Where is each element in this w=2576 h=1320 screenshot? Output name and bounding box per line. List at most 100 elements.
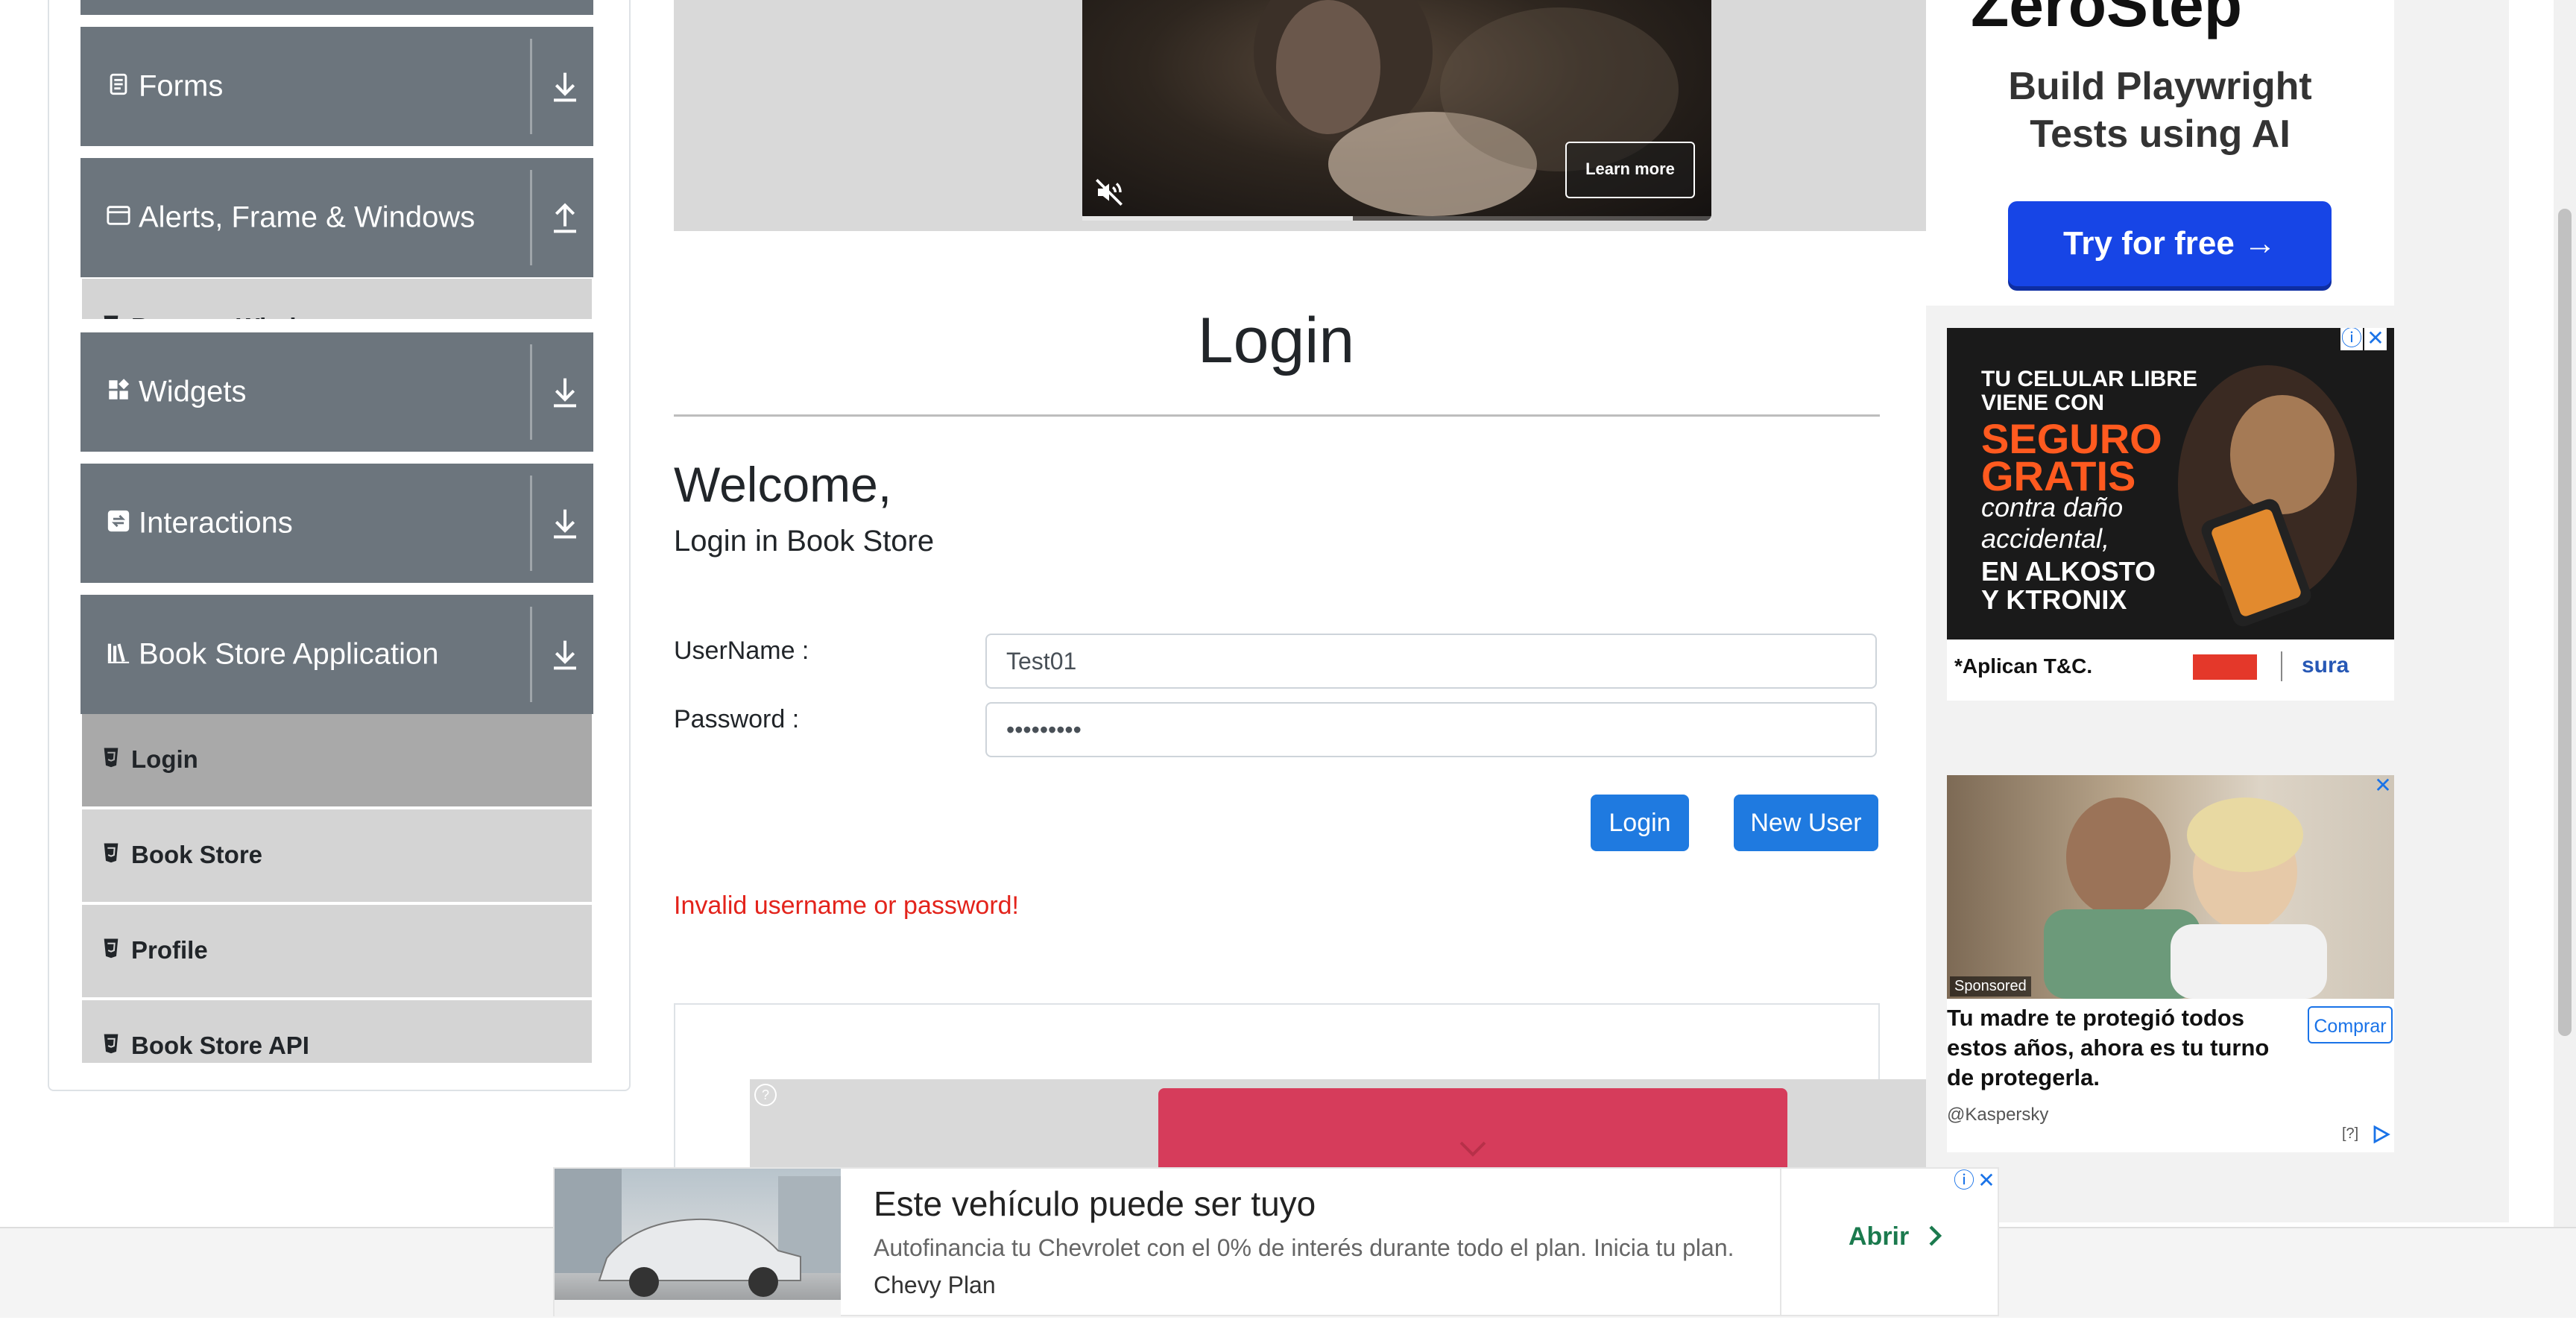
error-message: Invalid username or password! [674, 891, 1020, 920]
try-for-free-button[interactable]: Try for free → [2008, 201, 2332, 286]
password-label: Password : [674, 705, 800, 733]
sidebar-group-label: Book Store Application [139, 637, 439, 671]
download-arrow-icon[interactable] [550, 69, 580, 104]
sidebar-item-label: Browser Windows [131, 313, 344, 319]
sura-logo: sura [2302, 653, 2349, 678]
kaspersky-ad-title[interactable]: Tu madre te protegió todos estos años, a… [1947, 1003, 2297, 1093]
alkosto-line-1: TU CELULAR LIBRE [1981, 367, 2197, 391]
alkosto-line-7: EN ALKOSTO [1981, 556, 2156, 587]
sidebar-group-elements[interactable] [80, 0, 593, 15]
sidebar-group-label: Interactions [139, 506, 293, 540]
alkosto-line-6: accidental, [1981, 523, 2110, 554]
video-progress-fill [1082, 216, 1353, 221]
divider [530, 607, 532, 702]
window-icon [107, 206, 130, 225]
ad-headline-line-2: Tests using AI [2030, 113, 2291, 156]
alerts-submenu: Browser Windows [82, 279, 592, 319]
login-button[interactable]: Login [1591, 795, 1689, 851]
abrir-label: Abrir [1849, 1222, 1910, 1251]
divider [2281, 651, 2282, 681]
sidebar-group-label: Widgets [139, 375, 247, 408]
photo-shapes [2044, 798, 2327, 999]
form-icon [110, 73, 127, 95]
divider [530, 39, 532, 134]
mother-son-image: Sponsored ✕ [1947, 775, 2394, 999]
sidebar-item-label: Book Store API [131, 1032, 309, 1059]
interactions-icon [107, 510, 130, 532]
sidebar-group-label: Forms [139, 69, 224, 103]
sidebar-item-login[interactable]: Login [82, 714, 592, 806]
close-icon[interactable]: ✕ [2364, 328, 2387, 350]
books-icon [107, 643, 130, 663]
chevrolet-ad-description: Autofinancia tu Chevrolet con el 0% de i… [874, 1234, 1734, 1261]
ad-info-icon[interactable]: ⓘ [2340, 328, 2363, 350]
divider [1780, 1169, 1781, 1316]
alkosto-line-2: VIENE CON [1981, 391, 2105, 415]
ad-info-icon[interactable]: ⓘ [1953, 1170, 1975, 1193]
sponsored-label: Sponsored [1950, 976, 2031, 997]
close-icon[interactable]: ✕ [2372, 775, 2394, 798]
kaspersky-ad[interactable]: Sponsored ✕ Tu madre te protegió todos e… [1947, 775, 2394, 1152]
ad-brand-partial: ZeroStep [1971, 0, 2243, 40]
page-title: Login [1197, 305, 1355, 376]
learn-more-button[interactable]: Learn more [1565, 142, 1695, 198]
alkosto-line-8: Y KTRONIX [1981, 584, 2127, 615]
comprar-button[interactable]: Comprar [2308, 1006, 2393, 1043]
adchoices-icon[interactable] [2372, 1125, 2391, 1143]
sidebar-group-alerts[interactable]: Alerts, Frame & Windows [80, 158, 593, 277]
download-arrow-icon[interactable] [550, 637, 580, 672]
sidebar-item-label: Profile [131, 936, 208, 964]
muted-speaker-icon[interactable] [1094, 177, 1124, 207]
sidebar-item-browser-windows[interactable]: Browser Windows [82, 279, 592, 319]
chevrolet-ad-brand: Chevy Plan [874, 1272, 996, 1298]
car-shape [555, 1169, 841, 1316]
sidebar-group-widgets[interactable]: Widgets [80, 332, 593, 452]
playwright-ad[interactable]: ZeroStep Build Playwright Tests using AI… [1926, 0, 2394, 306]
chevron-right-icon [1929, 1225, 1942, 1246]
sidebar-item-label: Login [131, 745, 198, 773]
sidebar-item-book-store-api[interactable]: Book Store API [82, 997, 592, 1063]
new-user-button[interactable]: New User [1734, 795, 1878, 851]
ad-source: @Kaspersky [1947, 1105, 2049, 1125]
sidebar-item-book-store[interactable]: Book Store [82, 806, 592, 902]
username-field[interactable] [985, 634, 1877, 689]
divider [530, 476, 532, 571]
alkosto-line-5: contra daño [1981, 492, 2124, 522]
book-store-submenu: Login Book Store Profile Book Store API [82, 714, 592, 1063]
username-label: UserName : [674, 637, 809, 665]
html-file-icon [104, 938, 119, 959]
widgets-icon [109, 379, 130, 400]
ad-headline-line-1: Build Playwright [2008, 65, 2312, 108]
sidebar-item-profile[interactable]: Profile [82, 902, 592, 997]
html-file-icon [104, 1034, 119, 1054]
close-icon[interactable]: ✕ [1975, 1170, 1998, 1193]
sidebar-group-forms[interactable]: Forms [80, 27, 593, 146]
html-file-icon [104, 748, 119, 768]
car-image [555, 1169, 841, 1316]
ad-help-link[interactable]: [?] [2342, 1125, 2358, 1143]
title-divider [674, 414, 1880, 417]
html-file-icon [104, 843, 119, 863]
alkosto-ad[interactable]: TU CELULAR LIBRE VIENE CON SEGURO GRATIS… [1947, 328, 2394, 701]
divider [530, 344, 532, 440]
login-subtitle: Login in Book Store [674, 525, 935, 558]
sidebar-group-book-store[interactable]: Book Store Application [80, 595, 593, 714]
download-arrow-icon[interactable] [550, 505, 580, 541]
ad-info-icon[interactable]: ? [754, 1084, 777, 1106]
sidebar-group-interactions[interactable]: Interactions [80, 464, 593, 583]
ad-headline: Build Playwright Tests using AI [1926, 63, 2394, 158]
download-arrow-icon[interactable] [550, 374, 580, 410]
chevrolet-anchor-ad[interactable]: Este vehículo puede ser tuyo Autofinanci… [553, 1167, 1999, 1316]
sidebar-item-label: Book Store [131, 841, 263, 868]
alkosto-ad-image: TU CELULAR LIBRE VIENE CON SEGURO GRATIS… [1947, 328, 2394, 640]
password-field[interactable] [985, 702, 1877, 757]
chevron-down-icon [1459, 1141, 1486, 1157]
divider [530, 170, 532, 265]
upload-arrow-icon[interactable] [550, 200, 580, 236]
scrollbar-thumb[interactable] [2558, 209, 2572, 1036]
alkosto-logo [2193, 654, 2257, 680]
html-file-icon [104, 315, 119, 319]
abrir-button[interactable]: Abrir [1849, 1222, 1945, 1251]
chevrolet-ad-title[interactable]: Este vehículo puede ser tuyo [874, 1184, 1316, 1224]
welcome-heading: Welcome, [674, 457, 892, 512]
